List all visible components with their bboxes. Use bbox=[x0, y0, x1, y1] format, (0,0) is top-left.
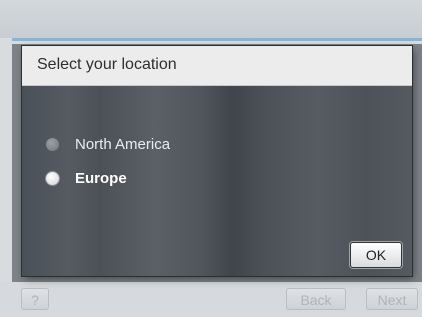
back-button[interactable]: Back bbox=[286, 288, 346, 310]
radio-selected-icon[interactable] bbox=[46, 171, 59, 185]
option-label: North America bbox=[75, 135, 171, 153]
radio-unselected-icon[interactable] bbox=[46, 137, 59, 151]
next-button[interactable]: Next bbox=[366, 288, 418, 310]
option-label: Europe bbox=[75, 169, 127, 187]
help-button[interactable]: ? bbox=[21, 288, 49, 310]
location-dialog: Select your location North America Europ… bbox=[22, 46, 412, 276]
dialog-title: Select your location bbox=[37, 56, 177, 73]
radio-option-north-america[interactable]: North America bbox=[46, 133, 170, 155]
dialog-header: Select your location bbox=[22, 46, 412, 86]
top-divider bbox=[12, 38, 422, 41]
wizard-screen: ? Back Next Select your location North A… bbox=[0, 0, 422, 317]
bottom-bar bbox=[0, 282, 422, 317]
ok-button[interactable]: OK bbox=[350, 242, 402, 268]
top-band bbox=[0, 0, 422, 38]
radio-option-europe[interactable]: Europe bbox=[46, 167, 127, 189]
